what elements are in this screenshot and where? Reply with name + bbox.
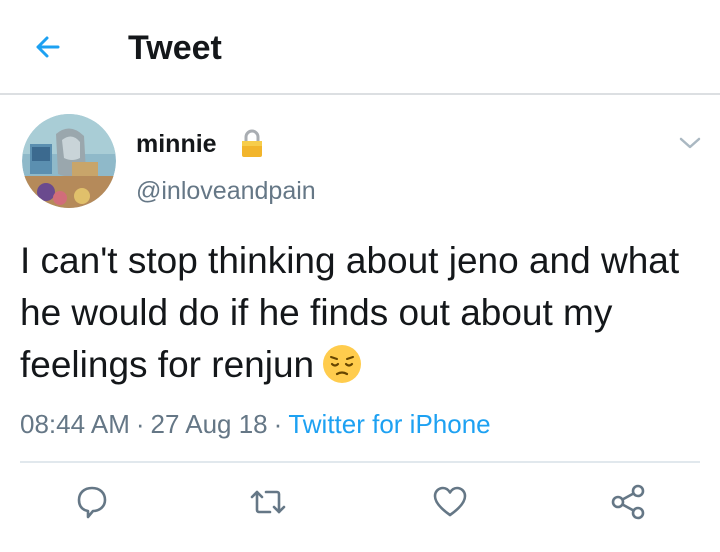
divider bbox=[20, 461, 700, 463]
share-icon[interactable] bbox=[608, 482, 648, 522]
pensive-face-emoji bbox=[323, 345, 362, 383]
tweet-detail: minnie @inloveandpain I can't stop think… bbox=[0, 97, 720, 552]
user-handle[interactable]: @inloveandpain bbox=[136, 176, 316, 206]
tweet-date: 27 Aug 18 bbox=[150, 409, 268, 439]
top-app-bar: Tweet bbox=[0, 0, 720, 95]
lock-icon bbox=[242, 129, 262, 157]
display-name[interactable]: minnie bbox=[136, 129, 217, 159]
tweet-time: 08:44 AM bbox=[20, 409, 130, 439]
retweet-icon[interactable] bbox=[248, 482, 288, 522]
tweet-source-link[interactable]: Twitter for iPhone bbox=[288, 409, 490, 439]
tweet-meta: 08:44 AM · 27 Aug 18 · Twitter for iPhone bbox=[20, 408, 491, 440]
meta-separator: · bbox=[135, 409, 145, 439]
meta-separator: · bbox=[273, 409, 283, 439]
tweet-text: I can't stop thinking about jeno and wha… bbox=[20, 235, 700, 391]
avatar[interactable] bbox=[22, 114, 116, 208]
chevron-down-icon[interactable] bbox=[678, 135, 702, 151]
reply-icon[interactable] bbox=[72, 482, 112, 522]
heart-icon[interactable] bbox=[430, 482, 470, 522]
arrow-left-icon[interactable] bbox=[30, 30, 64, 64]
page-title: Tweet bbox=[128, 29, 222, 67]
